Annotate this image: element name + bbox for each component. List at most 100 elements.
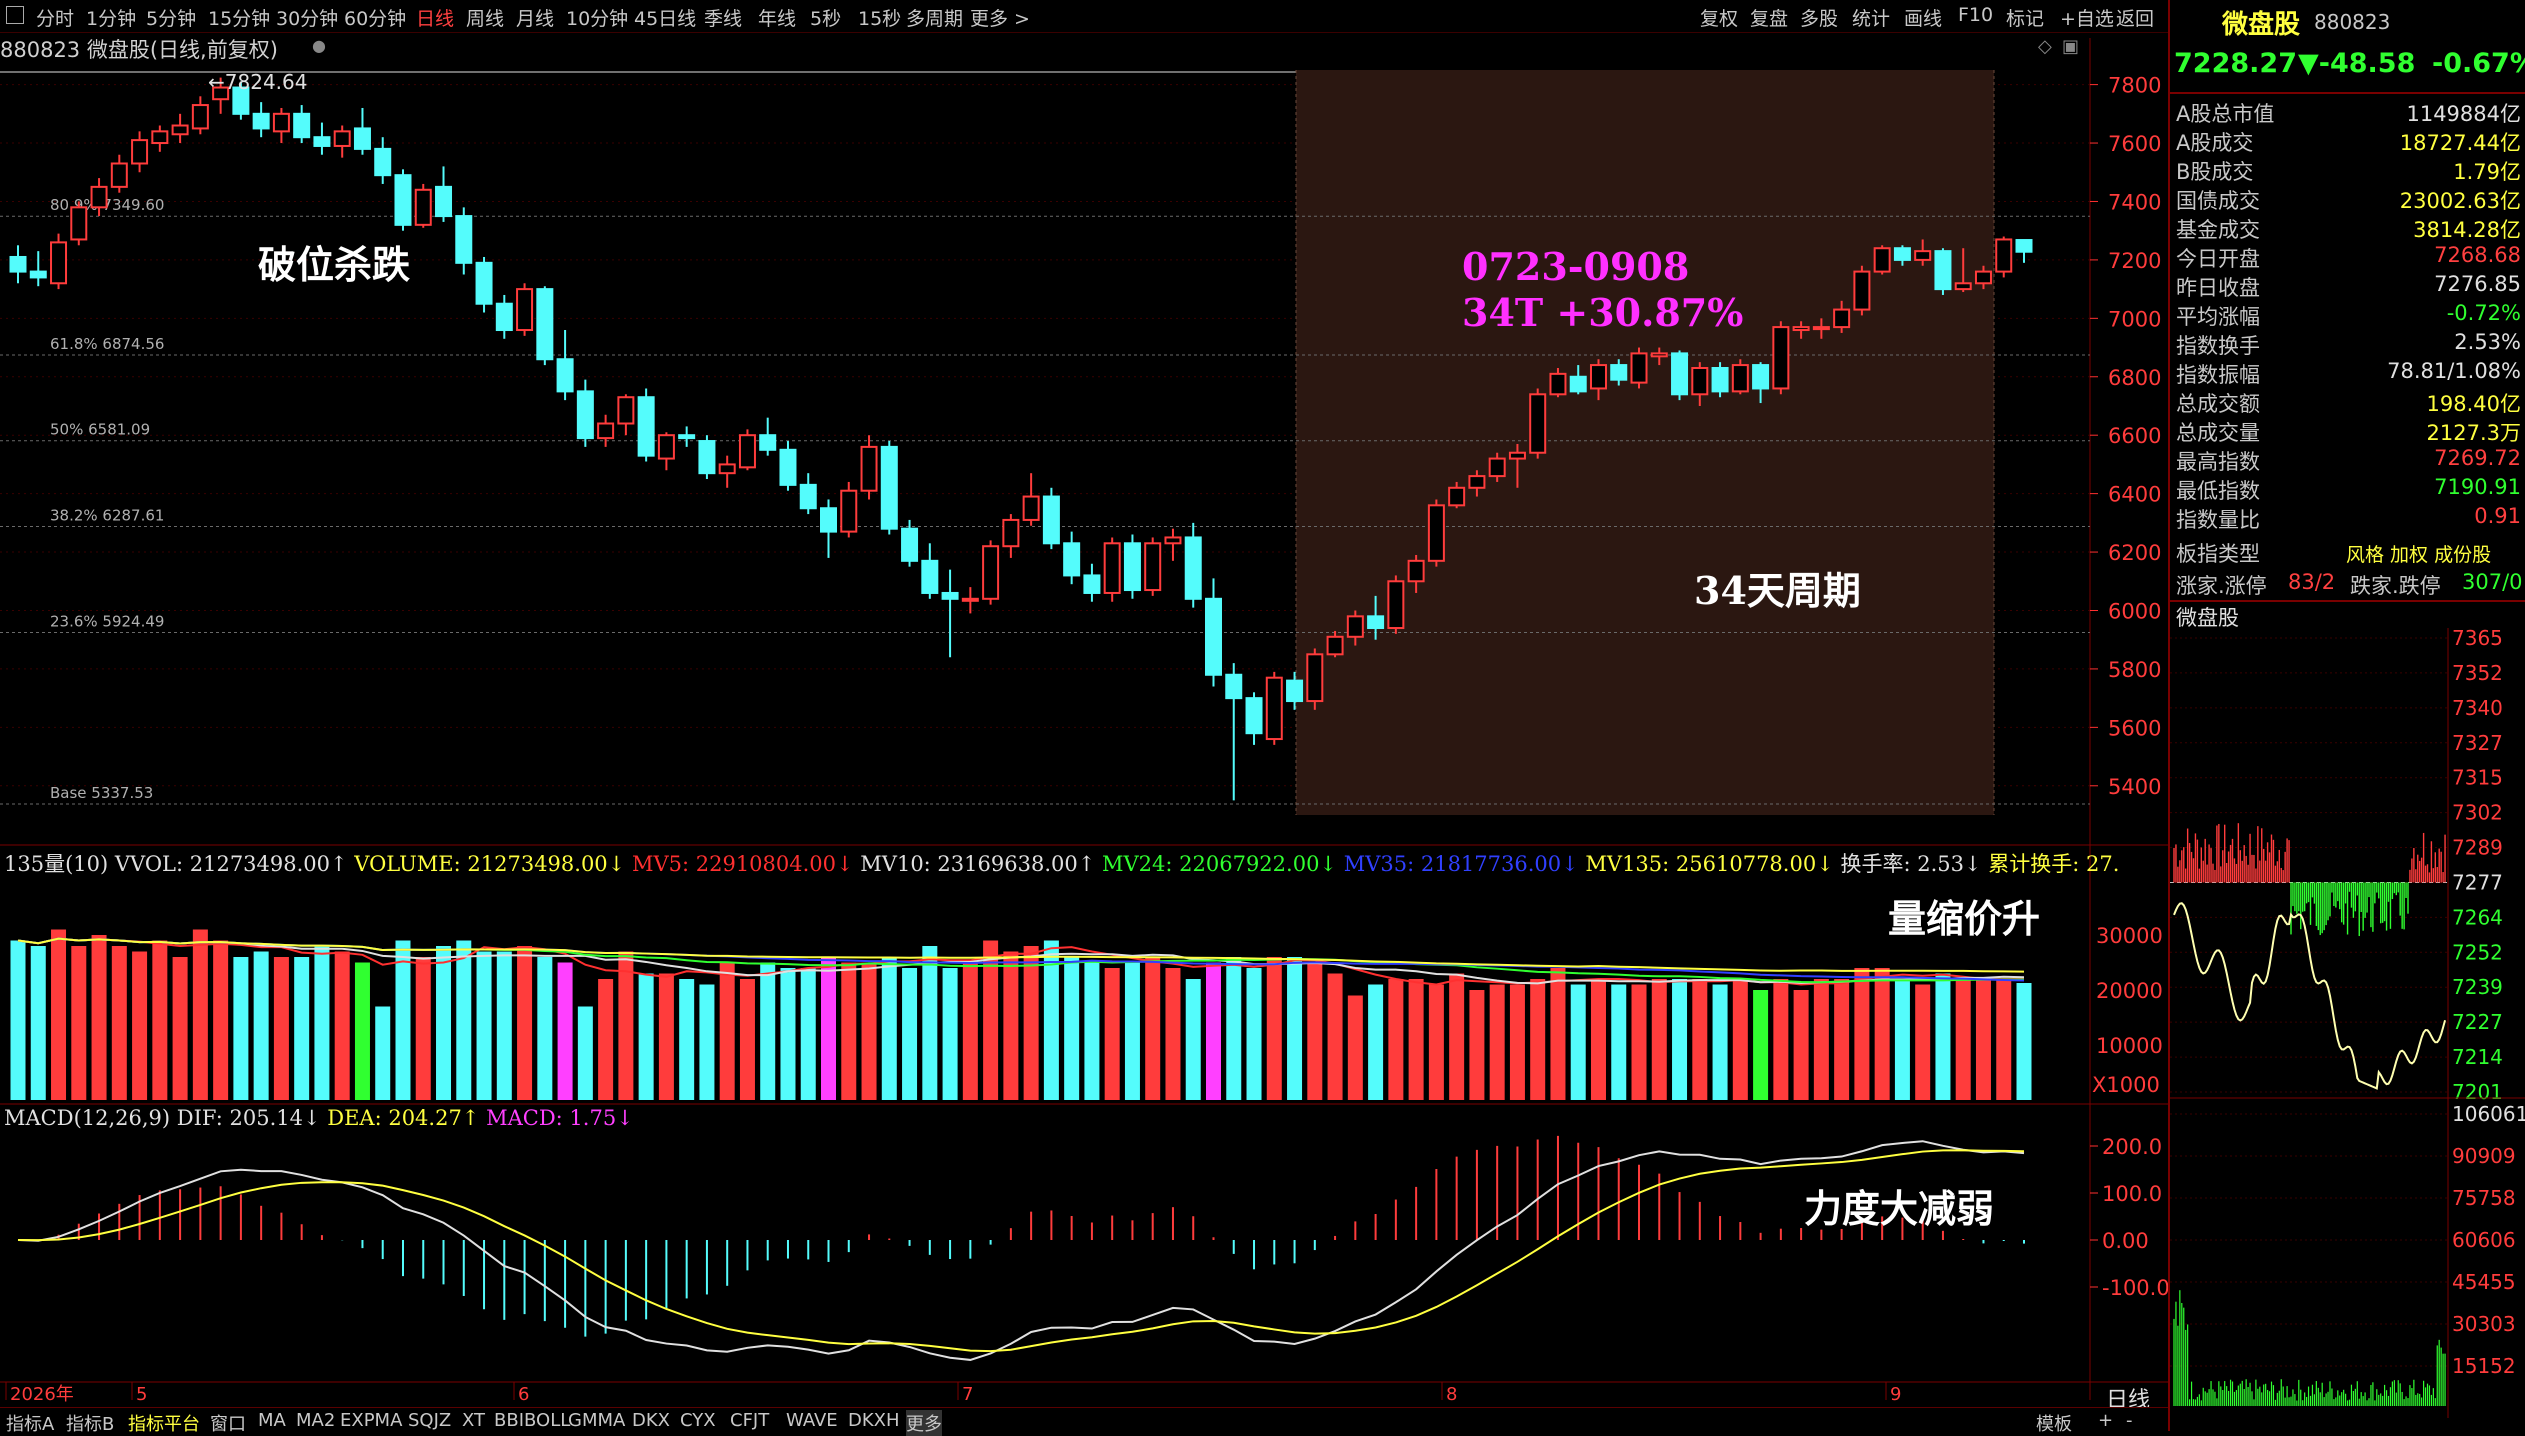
limit-up-value: 83/2	[2288, 570, 2336, 594]
mini-volume-label: 90909	[2452, 1144, 2516, 1168]
candle-body	[1934, 250, 1952, 291]
bottom-right-button-0[interactable]: 模板	[2036, 1410, 2072, 1436]
quote-row-label: 总成交额	[2176, 392, 2260, 416]
candle-body	[738, 434, 756, 469]
quote-row-label: B股成交	[2176, 160, 2254, 184]
indicator-tab-8[interactable]: XT	[462, 1410, 485, 1431]
intraday-mini-chart[interactable]: 7365 7352 7340 7327 7315 7302 7289 7277 7264 7252…	[2170, 628, 2525, 1418]
candle-body	[191, 104, 209, 130]
mini-volume-label: 15152	[2452, 1354, 2516, 1378]
volume-axis-label: 20000	[2096, 979, 2163, 1003]
candle-body	[1468, 475, 1486, 489]
indicator-tab-10[interactable]: GMMA	[568, 1410, 625, 1431]
index-type-value[interactable]: 风格 加权 成份股	[2346, 540, 2491, 567]
candle-body	[1306, 653, 1324, 703]
candle-body	[1914, 250, 1932, 261]
indicator-tab-16[interactable]: 更多	[906, 1410, 942, 1436]
indicator-tab-13[interactable]: CFJT	[730, 1410, 769, 1431]
candle-body	[1144, 542, 1162, 592]
annotation-break-down: 破位杀跌	[258, 242, 411, 287]
candle-body	[414, 188, 432, 226]
index-name: 微盘股	[2222, 10, 2301, 40]
date-axis-label: 7	[962, 1384, 973, 1405]
indicator-tab-14[interactable]: WAVE	[786, 1410, 838, 1431]
candle-body	[50, 241, 68, 285]
volume-bar	[1246, 968, 1262, 1100]
volume-bar	[1732, 979, 1748, 1100]
candle-body	[1691, 367, 1709, 396]
candle-body	[1893, 247, 1911, 261]
indicator-tab-2[interactable]: 指标平台	[128, 1410, 200, 1436]
volume-bar	[618, 951, 634, 1100]
price-axis-label: 7000	[2108, 307, 2161, 331]
quote-row-label: 平均涨幅	[2176, 305, 2260, 329]
candle-body	[272, 112, 290, 133]
bottom-right-button-1[interactable]: +	[2098, 1410, 2113, 1431]
candle-body	[90, 185, 108, 209]
volume-bar	[1205, 962, 1221, 1100]
quote-row: 指数量比 0.91	[2176, 504, 2521, 532]
dea-line	[17, 1149, 2025, 1353]
volume-bar	[1023, 946, 1039, 1100]
indicator-tab-11[interactable]: DKX	[632, 1410, 670, 1431]
volume-bar	[719, 962, 735, 1100]
volume-bar	[1894, 979, 1910, 1100]
volume-bar	[1692, 979, 1708, 1100]
quote-row: 今日开盘 7268.68	[2176, 243, 2521, 271]
indicator-tab-4[interactable]: MA	[258, 1410, 286, 1431]
fib-label: 50% 6581.09	[50, 421, 150, 439]
indicator-tab-3[interactable]: 窗口	[210, 1410, 246, 1436]
quote-row-value: 7268.68	[2434, 243, 2521, 267]
candle-body	[901, 527, 919, 562]
indicator-tab-15[interactable]: DKXH	[848, 1410, 900, 1431]
candle-body	[1812, 326, 1830, 331]
volume-bar	[192, 929, 208, 1100]
indicator-tab-6[interactable]: EXPMA	[340, 1410, 402, 1431]
divider	[2170, 92, 2525, 94]
volume-bar	[1408, 979, 1424, 1100]
volume-bar	[1449, 973, 1465, 1100]
candle-body	[1225, 673, 1243, 700]
indicator-tab-1[interactable]: 指标B	[66, 1410, 114, 1436]
candle-body	[1286, 679, 1304, 703]
candle-body	[313, 136, 331, 147]
candle-body	[1123, 542, 1141, 592]
quote-row-value: -0.72%	[2446, 301, 2521, 325]
indicator-tab-7[interactable]: SQJZ	[408, 1410, 451, 1431]
quote-row-label: A股成交	[2176, 131, 2254, 155]
candle-body	[1650, 352, 1668, 358]
price-axis-label: 6800	[2108, 366, 2161, 390]
fib-label: 61.8% 6874.56	[50, 335, 164, 353]
candle-body	[1954, 282, 1972, 291]
volume-bar	[132, 951, 148, 1100]
candle-body	[880, 445, 898, 530]
quote-row-value: 198.40亿	[2426, 392, 2521, 416]
mini-price-label: 7352	[2452, 661, 2503, 685]
volume-axis-label: 10000	[2096, 1034, 2163, 1058]
mini-price-label: 7327	[2452, 731, 2503, 755]
indicator-tab-5[interactable]: MA2	[296, 1410, 335, 1431]
volume-bar	[1530, 979, 1546, 1100]
candle-body	[1995, 238, 2013, 273]
bottom-right-button-2[interactable]: -	[2126, 1410, 2133, 1431]
date-axis-label: 5	[136, 1384, 147, 1405]
volume-bar	[841, 962, 857, 1100]
price-axis-label: 7200	[2108, 249, 2161, 273]
annotation-period-dates: 0723-0908	[1462, 244, 1690, 289]
mini-volume-label: 60606	[2452, 1228, 2516, 1252]
candle-body	[1164, 536, 1182, 545]
indicator-tabbar: 指标A 指标B 指标平台 窗口 MA MA2 EXPMA SQJZ XT BBIBOLL GMMA D…	[0, 1407, 2168, 1436]
mini-price-line	[2173, 902, 2447, 1090]
volume-bar	[1975, 979, 1991, 1100]
volume-bar	[517, 946, 533, 1100]
indicator-tab-12[interactable]: CYX	[680, 1410, 716, 1431]
candle-body	[1853, 270, 1871, 311]
indicator-tab-9[interactable]: BBIBOLL	[494, 1410, 570, 1431]
candle-body	[799, 483, 817, 510]
dif-line	[17, 1140, 2025, 1361]
candle-body	[678, 434, 696, 440]
indicator-tab-0[interactable]: 指标A	[6, 1410, 54, 1436]
macd-axis-label: 100.0	[2102, 1182, 2162, 1206]
candle-body	[1529, 393, 1547, 454]
volume-bar	[1064, 957, 1080, 1100]
